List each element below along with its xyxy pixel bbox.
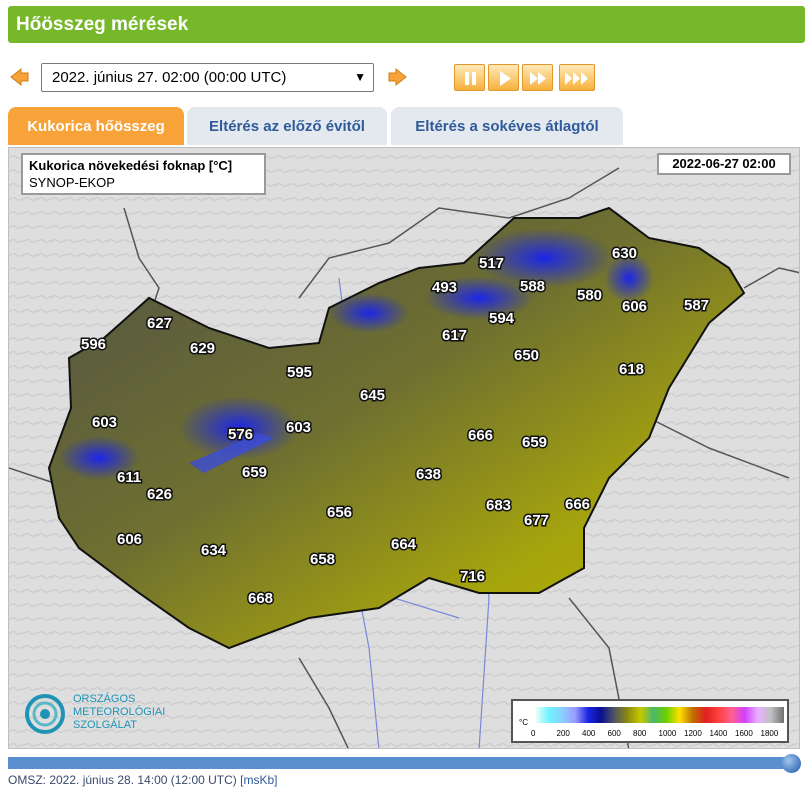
- scale-tick-label: 1800: [760, 729, 779, 738]
- pause-button[interactable]: [454, 64, 485, 91]
- logo-line-1: ORSZÁGOS: [73, 693, 136, 705]
- station-value: 658: [310, 551, 335, 568]
- scale-tick-label: 400: [582, 729, 596, 738]
- scale-tick-label: 1200: [684, 729, 702, 738]
- station-value: 576: [228, 426, 253, 443]
- station-value: 666: [468, 427, 493, 444]
- station-value: 617: [442, 327, 467, 344]
- play-button[interactable]: [488, 64, 519, 91]
- station-value: 595: [287, 364, 312, 381]
- fast-forward-button[interactable]: [522, 64, 553, 91]
- page-title: Hőösszeg mérések: [8, 6, 805, 43]
- station-value: 587: [684, 297, 709, 314]
- omsz-swirl-icon: [25, 694, 65, 734]
- station-value: 606: [117, 531, 142, 548]
- station-value: 683: [486, 497, 511, 514]
- station-value: 638: [416, 466, 441, 483]
- prev-arrow-icon[interactable]: [9, 67, 29, 87]
- station-value: 596: [81, 336, 106, 353]
- station-value: 634: [201, 542, 227, 559]
- tab-diff-long-term-avg[interactable]: Eltérés a sokéves átlagtól: [391, 107, 623, 145]
- footer-text: OMSZ: 2022. június 28. 14:00 (12:00 UTC): [8, 773, 237, 787]
- station-value: 716: [460, 568, 485, 585]
- footer-mskb-link[interactable]: [msKb]: [240, 773, 277, 787]
- map-canvas: 630 517 580 493 588 627 596 629 606 587 617 594 650 6…: [9, 148, 799, 748]
- fast-forward-icon: [530, 72, 546, 85]
- station-value: 666: [565, 496, 590, 513]
- station-value: 668: [248, 590, 273, 607]
- station-value: 517: [479, 255, 504, 272]
- station-value: 603: [286, 419, 311, 436]
- scale-tick-label: 1600: [735, 729, 753, 738]
- station-value: 677: [524, 512, 549, 529]
- time-select[interactable]: 2022. június 27. 02:00 (00:00 UTC) ▼: [41, 63, 374, 92]
- station-value: 656: [327, 504, 352, 521]
- scale-tick-label: 600: [607, 729, 621, 738]
- play-icon: [500, 71, 511, 86]
- tab-diff-previous-year[interactable]: Eltérés az előző évitől: [187, 107, 387, 145]
- station-value: 629: [190, 340, 215, 357]
- map-legend-title-box: Kukorica növekedési foknap [°C] SYNOP-EK…: [21, 153, 266, 195]
- scale-tick-label: 0: [531, 729, 536, 738]
- station-value: 659: [242, 464, 267, 481]
- station-value: 594: [489, 310, 515, 327]
- scale-tick-label: 800: [633, 729, 647, 738]
- next-arrow-icon[interactable]: [388, 67, 408, 87]
- station-value: 618: [619, 361, 644, 378]
- map-legend-title: Kukorica növekedési foknap [°C]: [29, 158, 233, 173]
- scale-tick-label: 1000: [658, 729, 677, 738]
- footer: OMSZ: 2022. június 28. 14:00 (12:00 UTC)…: [8, 773, 277, 787]
- station-value: 588: [520, 278, 545, 295]
- station-value: 580: [577, 287, 602, 304]
- station-value: 630: [612, 245, 637, 262]
- chevron-down-icon: ▼: [354, 70, 366, 84]
- station-value: 611: [117, 469, 141, 486]
- triple-forward-icon: [565, 72, 588, 85]
- tab-corn-heat-sum[interactable]: Kukorica hőösszeg: [8, 107, 184, 145]
- omsz-logo: ORSZÁGOS METEOROLÓGIAI SZOLGÁLAT: [23, 688, 193, 740]
- map-date-label: 2022-06-27 02:00: [657, 153, 791, 175]
- time-slider-track[interactable]: [8, 757, 796, 769]
- scale-unit: °C: [519, 718, 528, 727]
- station-value: 650: [514, 347, 539, 364]
- station-value: 645: [360, 387, 385, 404]
- station-value: 493: [432, 279, 457, 296]
- station-value: 664: [391, 536, 417, 553]
- pause-icon: [465, 72, 476, 85]
- logo-line-3: SZOLGÁLAT: [73, 719, 137, 731]
- map-legend-source: SYNOP-EKOP: [29, 175, 115, 190]
- scale-tick-label: 1400: [709, 729, 728, 738]
- scale-tick-label: 200: [556, 729, 570, 738]
- color-scale: °C 0 200 400 600 800 1000 1200 1400 1600 1800: [511, 699, 789, 743]
- station-value: 659: [522, 434, 547, 451]
- station-value: 627: [147, 315, 172, 332]
- time-select-value: 2022. június 27. 02:00 (00:00 UTC): [52, 69, 287, 86]
- fastest-forward-button[interactable]: [559, 64, 595, 91]
- color-scale-bar: [536, 707, 784, 723]
- heat-sum-map: 630 517 580 493 588 627 596 629 606 587 617 594 650 6…: [8, 147, 800, 749]
- station-value: 606: [622, 298, 647, 315]
- time-slider-knob[interactable]: [782, 754, 801, 773]
- station-value: 626: [147, 486, 172, 503]
- logo-line-2: METEOROLÓGIAI: [73, 706, 166, 718]
- station-value: 603: [92, 414, 117, 431]
